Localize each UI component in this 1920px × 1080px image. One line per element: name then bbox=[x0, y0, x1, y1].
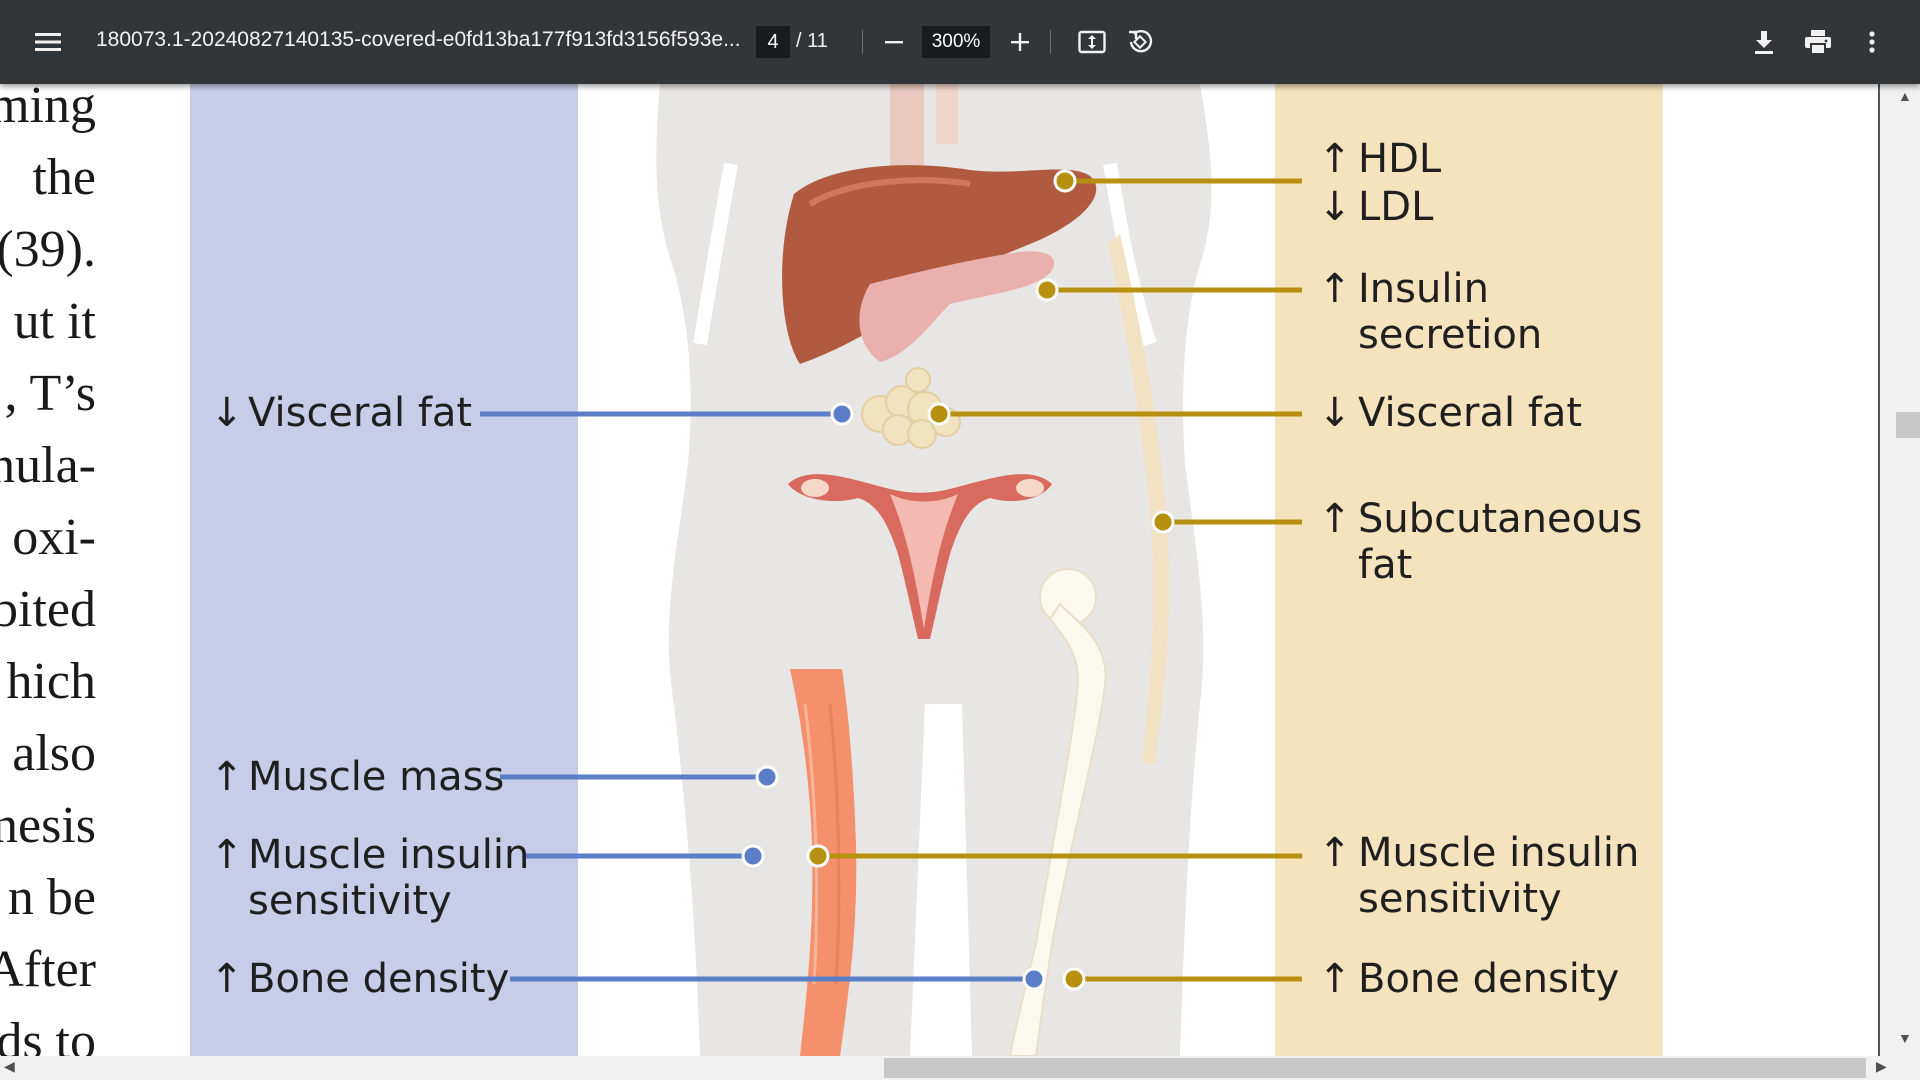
label-right-hdl: HDL bbox=[1358, 136, 1442, 182]
label-left-muscle-mass: Muscle mass bbox=[248, 754, 505, 800]
pdf-toolbar: 180073.1-20240827140135-covered-e0fd13ba… bbox=[0, 0, 1920, 84]
pdf-viewer[interactable]: ming the (39). ut it , T’s nula- oxi- bi… bbox=[0, 84, 1880, 1056]
decrease-arrow: ↓ bbox=[1318, 390, 1352, 436]
increase-arrow: ↑ bbox=[1318, 266, 1352, 312]
scroll-left-arrow-icon[interactable]: ◀ bbox=[4, 1058, 15, 1075]
document-title: 180073.1-20240827140135-covered-e0fd13ba… bbox=[96, 28, 741, 51]
zoom-in-icon[interactable] bbox=[996, 18, 1044, 66]
anatomy-figure: ↓ Visceral fat ↑ Muscle mass ↑ Muscle in… bbox=[190, 84, 1663, 1056]
download-icon[interactable] bbox=[1740, 18, 1788, 66]
scroll-up-arrow-icon[interactable]: ▲ bbox=[1898, 88, 1912, 104]
label-left-bone-density: Bone density bbox=[248, 956, 510, 1002]
text-line: the bbox=[32, 149, 96, 206]
label-left-muscle-insulin-line2: sensitivity bbox=[248, 878, 452, 924]
label-right-insulin-secretion-line2: secretion bbox=[1358, 312, 1543, 358]
label-right-visceral-fat: Visceral fat bbox=[1358, 390, 1583, 436]
label-left-visceral-fat: Visceral fat bbox=[248, 390, 473, 436]
body-text-column: ming the (39). ut it , T’s nula- oxi- bi… bbox=[0, 84, 96, 1056]
zoom-out-icon[interactable] bbox=[870, 18, 918, 66]
decrease-arrow: ↓ bbox=[1318, 184, 1352, 230]
text-line: n be bbox=[7, 869, 96, 926]
text-line: bited bbox=[0, 581, 96, 638]
page-number-input[interactable]: 4 bbox=[756, 26, 790, 58]
text-line: ming bbox=[0, 84, 96, 134]
horizontal-scrollbar[interactable]: ◀ ▶ bbox=[0, 1056, 1920, 1080]
fit-page-icon[interactable] bbox=[1068, 18, 1116, 66]
text-line: nesis bbox=[0, 797, 96, 854]
increase-arrow: ↑ bbox=[1318, 496, 1352, 542]
print-icon[interactable] bbox=[1794, 18, 1842, 66]
label-right-muscle-insulin: Muscle insulin bbox=[1358, 830, 1640, 876]
text-line: nula- bbox=[0, 437, 96, 494]
text-line: hich bbox=[6, 653, 96, 710]
label-right-subcutaneous-fat-line2: fat bbox=[1358, 542, 1413, 588]
zoom-level-input[interactable]: 300% bbox=[922, 26, 990, 58]
scroll-down-arrow-icon[interactable]: ▼ bbox=[1898, 1030, 1912, 1046]
label-right-subcutaneous-fat: Subcutaneous bbox=[1358, 496, 1643, 542]
page-total: / 11 bbox=[796, 30, 828, 52]
more-vert-icon[interactable] bbox=[1848, 18, 1896, 66]
increase-arrow: ↑ bbox=[210, 956, 244, 1002]
rotate-icon[interactable] bbox=[1116, 18, 1164, 66]
text-line: oxi- bbox=[12, 509, 96, 566]
increase-arrow: ↑ bbox=[1318, 956, 1352, 1002]
label-right-insulin-secretion: Insulin bbox=[1358, 266, 1489, 312]
increase-arrow: ↑ bbox=[1318, 136, 1352, 182]
scroll-right-arrow-icon[interactable]: ▶ bbox=[1876, 1058, 1887, 1075]
menu-icon[interactable] bbox=[24, 18, 72, 66]
toolbar-divider bbox=[862, 30, 863, 54]
decrease-arrow: ↓ bbox=[210, 390, 244, 436]
vertical-scrollbar[interactable]: ▲ ▼ bbox=[1880, 84, 1920, 1056]
label-left-muscle-insulin: Muscle insulin bbox=[248, 832, 530, 878]
label-right-muscle-insulin-line2: sensitivity bbox=[1358, 876, 1562, 922]
text-line: ut it bbox=[13, 293, 96, 350]
text-line: (39). bbox=[0, 221, 96, 278]
text-line: also bbox=[12, 725, 96, 782]
horizontal-scroll-thumb[interactable] bbox=[884, 1058, 1866, 1078]
increase-arrow: ↑ bbox=[210, 832, 244, 878]
increase-arrow: ↑ bbox=[1318, 830, 1352, 876]
label-right-ldl: LDL bbox=[1358, 184, 1434, 230]
pdf-page: ming the (39). ut it , T’s nula- oxi- bi… bbox=[0, 84, 1878, 1056]
increase-arrow: ↑ bbox=[210, 754, 244, 800]
toolbar-divider bbox=[1050, 30, 1051, 54]
label-right-bone-density: Bone density bbox=[1358, 956, 1620, 1002]
text-line: After bbox=[0, 941, 96, 998]
text-line: ds to bbox=[0, 1013, 96, 1056]
text-line: , T’s bbox=[4, 365, 96, 422]
vertical-scroll-thumb[interactable] bbox=[1896, 412, 1920, 438]
